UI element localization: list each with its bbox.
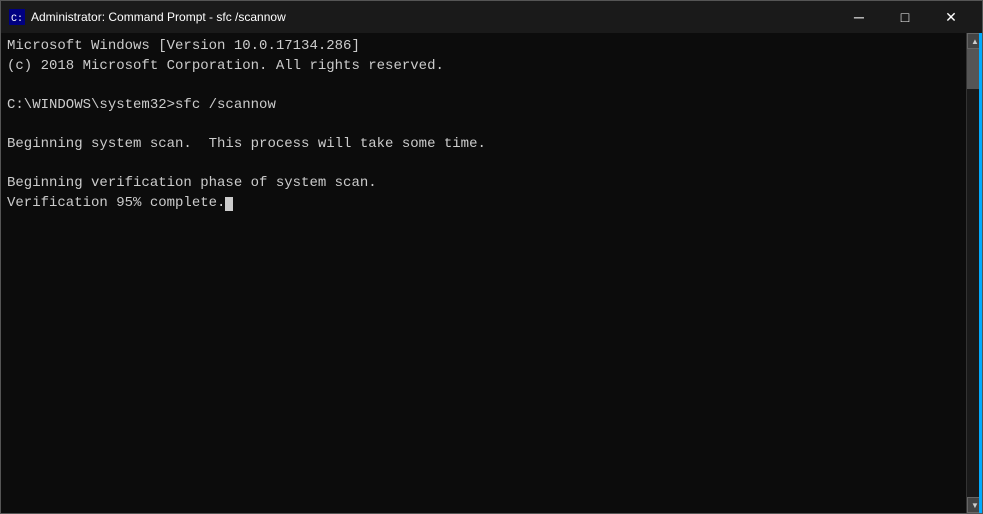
- main-window: C: Administrator: Command Prompt - sfc /…: [0, 0, 983, 514]
- maximize-button[interactable]: □: [882, 1, 928, 33]
- console-line: Microsoft Windows [Version 10.0.17134.28…: [7, 37, 960, 57]
- console-area: Microsoft Windows [Version 10.0.17134.28…: [1, 33, 982, 513]
- console-line: Beginning verification phase of system s…: [7, 174, 960, 194]
- scrollbar-thumb[interactable]: [967, 49, 982, 89]
- console-line: Beginning system scan. This process will…: [7, 135, 960, 155]
- console-line: [7, 76, 960, 96]
- scroll-up-button[interactable]: ▲: [967, 33, 982, 49]
- svg-text:C:: C:: [11, 14, 23, 25]
- minimize-button[interactable]: ─: [836, 1, 882, 33]
- vertical-scrollbar[interactable]: ▲ ▼: [966, 33, 982, 513]
- console-line: [7, 115, 960, 135]
- window-title: Administrator: Command Prompt - sfc /sca…: [31, 10, 836, 24]
- console-line: C:\WINDOWS\system32>sfc /scannow: [7, 96, 960, 116]
- console-content[interactable]: Microsoft Windows [Version 10.0.17134.28…: [1, 33, 966, 513]
- console-output: Microsoft Windows [Version 10.0.17134.28…: [7, 37, 960, 213]
- window-controls: ─ □ ✕: [836, 1, 974, 33]
- cmd-icon: C:: [9, 9, 25, 25]
- console-line: [7, 155, 960, 175]
- close-button[interactable]: ✕: [928, 1, 974, 33]
- title-bar: C: Administrator: Command Prompt - sfc /…: [1, 1, 982, 33]
- scrollbar-track[interactable]: [967, 49, 982, 497]
- console-line: Verification 95% complete.: [7, 194, 960, 214]
- scroll-down-button[interactable]: ▼: [967, 497, 982, 513]
- cursor-blink: [225, 197, 233, 211]
- console-line: (c) 2018 Microsoft Corporation. All righ…: [7, 57, 960, 77]
